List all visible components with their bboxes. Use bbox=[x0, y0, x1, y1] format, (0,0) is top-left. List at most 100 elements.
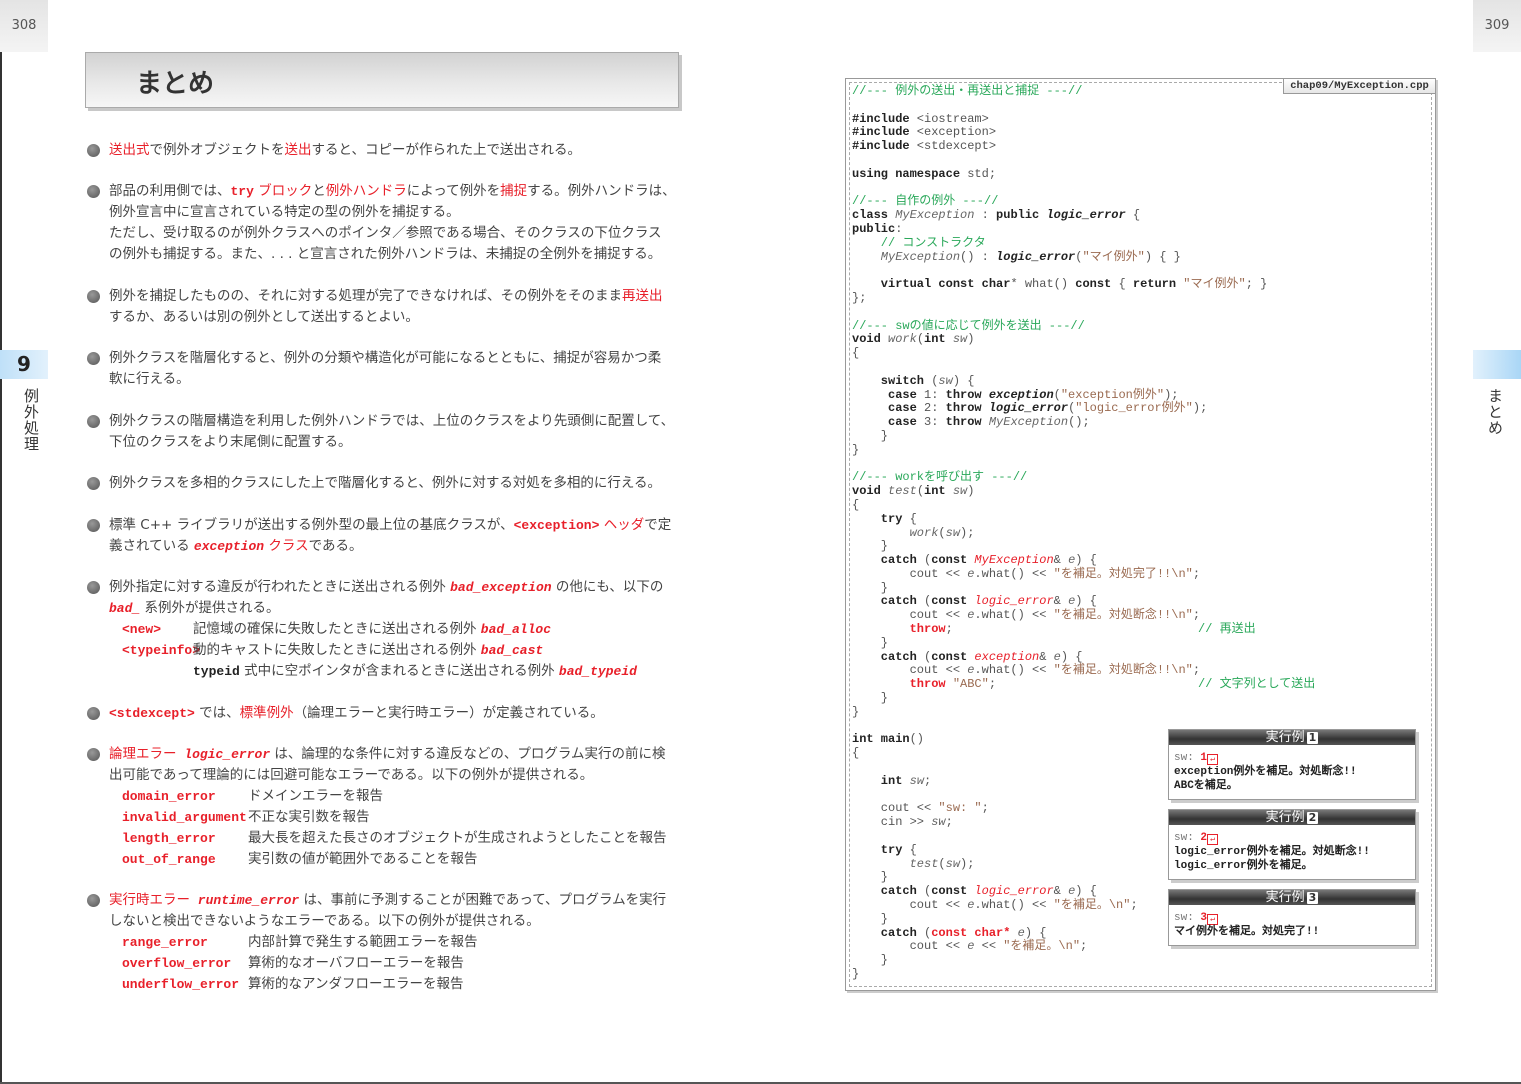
code-line: work(sw); bbox=[852, 525, 1267, 541]
sub-item-label: range_error bbox=[122, 935, 208, 950]
code-token: int bbox=[924, 484, 946, 499]
bullet-line: 軟に行える。 bbox=[109, 369, 699, 390]
code-token: } bbox=[852, 911, 889, 926]
code-token: try bbox=[852, 511, 903, 526]
code-token: MyException bbox=[981, 415, 1069, 430]
code-token: () bbox=[909, 732, 925, 747]
text-run: 実引数の値が範囲外であることを報告 bbox=[248, 851, 478, 867]
code-line: // コンストラクタ bbox=[852, 236, 1267, 251]
text-run: は、論理的な条件に対する違反などの、プログラム実行の前に検 bbox=[270, 746, 666, 762]
code-token: work bbox=[880, 332, 917, 347]
code-token: "logic_error例外" bbox=[1075, 401, 1193, 416]
code-token: .what() << bbox=[974, 663, 1054, 678]
code-token: // 再送出 bbox=[1198, 622, 1256, 637]
code-token: class bbox=[852, 208, 889, 223]
output-line: logic_error例外を補足。 bbox=[1174, 860, 1313, 872]
sub-item-label: out_of_range bbox=[122, 852, 216, 867]
code-token: const bbox=[931, 553, 968, 568]
text-run: logic_error bbox=[176, 747, 271, 762]
prompt-line: sw: 3 ↵ bbox=[1174, 911, 1410, 925]
summary-bullet: 例外クラスを階層化すると、例外の分類や構造化が可能になるとともに、捕捉が容易かつ… bbox=[87, 348, 699, 390]
code-token: ( bbox=[938, 525, 946, 540]
code-line: { bbox=[852, 497, 1267, 513]
code-token: MyException bbox=[888, 208, 975, 223]
bullet-line: 論理エラー logic_error は、論理的な条件に対する違反などの、プログラ… bbox=[109, 744, 699, 765]
code-token: ; bbox=[981, 801, 989, 816]
code-token: public bbox=[996, 208, 1040, 223]
code-line: catch (const MyException& e) { bbox=[852, 553, 1267, 568]
code-token: } bbox=[852, 967, 860, 981]
code-line: //--- swの値に応じて例外を送出 ---// bbox=[852, 319, 1267, 334]
code-line: //--- workを呼び出す ---// bbox=[852, 470, 1267, 485]
code-line: MyException() : logic_error("マイ例外") { } bbox=[852, 249, 1267, 265]
text-run: ドメインエラーを報告 bbox=[248, 788, 383, 804]
run-example-title: 実行例 bbox=[1265, 890, 1305, 905]
bullet-line: 例外クラスを階層化すると、例外の分類や構造化が可能になるとともに、捕捉が容易かつ… bbox=[109, 348, 699, 369]
sub-item: <new> 記憶域の確保に失敗したときに送出される例外 bad_alloc bbox=[109, 619, 699, 640]
summary-bullet: 例外を捕捉したものの、それに対する処理が完了できなければ、その例外をそのまま再送… bbox=[87, 286, 699, 328]
text-run: で例外オブジェクトを bbox=[149, 142, 285, 158]
code-line: } bbox=[852, 443, 1267, 458]
code-token: case bbox=[852, 415, 917, 430]
code-token: } bbox=[852, 704, 860, 719]
code-token: case bbox=[852, 387, 917, 402]
summary-bullet: 部品の利用側では、try ブロックと例外ハンドラによって例外を捕捉する。例外ハン… bbox=[87, 181, 699, 265]
output-line: exception例外を補足。対処断念!! bbox=[1174, 766, 1357, 778]
user-input: 3 bbox=[1200, 912, 1208, 924]
code-line: } bbox=[852, 429, 1267, 444]
code-token: cout << bbox=[852, 566, 968, 581]
text-run: 式中に空ポインタが含まれるときに送出される例外 bbox=[239, 663, 559, 679]
sub-item: domain_error ドメインエラーを報告 bbox=[109, 786, 699, 807]
code-token: void bbox=[852, 484, 881, 499]
code-line: cout << e.what() << "を補足。対処完了!!\n"; bbox=[852, 566, 1267, 582]
code-token: { bbox=[902, 511, 917, 526]
text-run: では、 bbox=[194, 705, 240, 721]
code-token: return bbox=[1132, 277, 1177, 292]
output-line: logic_error例外を補足。対処断念!! bbox=[1174, 846, 1370, 858]
sub-item: out_of_range 実引数の値が範囲外であることを報告 bbox=[109, 849, 699, 870]
code-token: ( bbox=[924, 373, 939, 388]
code-token: try bbox=[852, 842, 903, 857]
sub-item-description: typeid 式中に空ポインタが含まれるときに送出される例外 bad_typei… bbox=[193, 661, 637, 682]
text-run: 実行時エラー bbox=[109, 892, 190, 908]
code-token: { bbox=[902, 842, 917, 857]
code-token: using namespace bbox=[852, 166, 961, 181]
code-token: { bbox=[852, 497, 860, 512]
code-token: MyException bbox=[852, 249, 961, 264]
text-run: 標準例外 bbox=[239, 705, 294, 721]
bullet-icon bbox=[87, 144, 100, 157]
run-example-output: sw: 1 ↵ exception例外を補足。対処断念!! ABCを補足。 bbox=[1169, 745, 1415, 799]
sub-item: invalid_argument 不正な実引数を報告 bbox=[109, 807, 699, 828]
code-token: : bbox=[895, 221, 903, 236]
code-token: e bbox=[1053, 649, 1061, 664]
code-token: ; bbox=[1130, 898, 1138, 913]
text-run: の他にも、以下の bbox=[551, 579, 664, 595]
text-run: 記憶域の確保に失敗したときに送出される例外 bbox=[193, 621, 481, 637]
code-token: catch bbox=[852, 649, 917, 664]
code-token: test bbox=[880, 484, 917, 499]
return-key-icon: ↵ bbox=[1207, 834, 1219, 845]
sub-item-description: 算術的なアンダフローエラーを報告 bbox=[248, 974, 463, 995]
code-token: logic_error bbox=[967, 594, 1054, 609]
code-token: throw bbox=[945, 387, 982, 402]
prompt-text: sw: bbox=[1174, 752, 1201, 764]
code-token: const bbox=[931, 884, 968, 899]
code-token: ( bbox=[916, 649, 932, 664]
text-run: 算術的なオーバフローエラーを報告 bbox=[248, 955, 464, 971]
sub-item-label: invalid_argument bbox=[122, 810, 247, 825]
bullet-line: <stdexcept> では、標準例外（論理エラーと実行時エラー）が定義されてい… bbox=[109, 703, 699, 724]
code-token: cout << bbox=[852, 663, 968, 678]
code-token: virtual const char bbox=[852, 277, 1011, 292]
text-run: exception bbox=[193, 539, 265, 554]
text-run: 最大長を超えた長さのオブジェクトが生成されようとしたことを報告 bbox=[248, 830, 667, 846]
code-line: } bbox=[852, 581, 1267, 596]
sub-item-description: 動的キャストに失敗したときに送出される例外 bad_cast bbox=[193, 640, 543, 661]
code-line: //--- 自作の例外 ---// bbox=[852, 194, 1267, 209]
run-example-number: 1 bbox=[1306, 731, 1319, 744]
run-example-number: 3 bbox=[1306, 891, 1319, 904]
bullet-line: 例外宣言中に宣言されている特定の型の例外を捕捉する。 bbox=[109, 202, 699, 223]
code-line: #include <iostream> bbox=[852, 112, 1267, 127]
text-run: するか、あるいは別の例外として送出するとよい。 bbox=[109, 309, 419, 325]
code-token: MyException bbox=[967, 553, 1054, 568]
bullet-icon bbox=[87, 581, 100, 594]
